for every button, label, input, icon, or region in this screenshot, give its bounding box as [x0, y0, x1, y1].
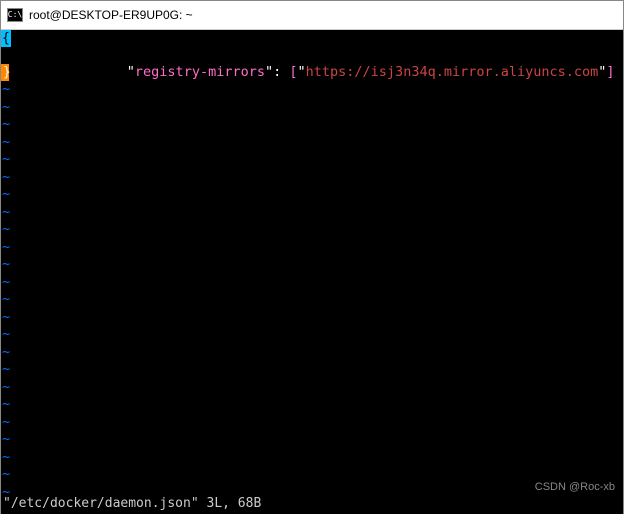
vim-status-line: "/etc/docker/daemon.json" 3L, 68B [3, 495, 261, 512]
empty-line-tilde: ~ [2, 466, 10, 483]
console-icon: C:\ [7, 8, 23, 22]
empty-line-tilde: ~ [2, 186, 10, 203]
empty-line-tilde: ~ [2, 309, 10, 326]
console-icon-text: C:\ [8, 11, 22, 19]
empty-line-tilde: ~ [2, 221, 10, 238]
empty-line-tilde: ~ [2, 169, 10, 186]
terminal-window: C:\ root@DESKTOP-ER9UP0G: ~ { } "registr… [0, 0, 624, 514]
key-quote-open: " [127, 64, 135, 80]
empty-line-tilde: ~ [2, 396, 10, 413]
empty-line-tilde: ~ [2, 204, 10, 221]
bracket-close: ] [606, 64, 614, 80]
empty-line-tilde: ~ [2, 361, 10, 378]
key-quote-close: " [265, 64, 273, 80]
empty-line-tilde: ~ [2, 99, 10, 116]
window-title: root@DESKTOP-ER9UP0G: ~ [29, 8, 193, 22]
str-quote-open: " [298, 64, 306, 80]
bracket-open: [ [289, 64, 297, 80]
json-open-brace: { [1, 30, 11, 47]
empty-line-tilde: ~ [2, 116, 10, 133]
json-key: registry-mirrors [135, 64, 265, 80]
json-close-brace: } [1, 64, 9, 81]
empty-line-tilde: ~ [2, 239, 10, 256]
empty-line-tilde: ~ [2, 274, 10, 291]
terminal-content[interactable]: { } "registry-mirrors": ["https://isj3n3… [1, 30, 623, 514]
json-colon: : [273, 64, 289, 80]
watermark-text: CSDN @Roc-xb [535, 479, 615, 496]
empty-line-tilde: ~ [2, 431, 10, 448]
empty-line-tilde: ~ [2, 291, 10, 308]
json-url-value: https://isj3n34q.mirror.aliyuncs.com [306, 64, 599, 80]
json-content-line: "registry-mirrors": ["https://isj3n34q.m… [78, 47, 615, 98]
empty-line-tilde: ~ [2, 256, 10, 273]
empty-line-tilde: ~ [2, 379, 10, 396]
empty-line-tilde: ~ [2, 344, 10, 361]
empty-line-tilde: ~ [2, 151, 10, 168]
empty-line-tilde: ~ [2, 81, 10, 98]
empty-line-tilde: ~ [2, 414, 10, 431]
empty-line-tilde: ~ [2, 449, 10, 466]
empty-line-tilde: ~ [2, 326, 10, 343]
empty-line-tilde: ~ [2, 134, 10, 151]
titlebar[interactable]: C:\ root@DESKTOP-ER9UP0G: ~ [1, 1, 623, 30]
